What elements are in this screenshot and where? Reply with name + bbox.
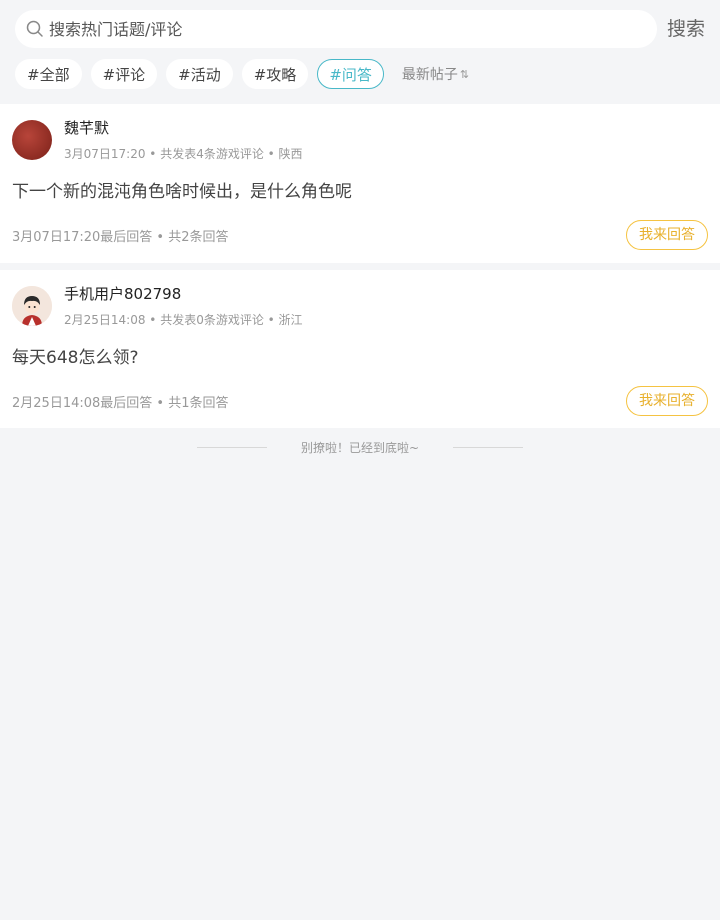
sort-label: 最新帖子 — [401, 67, 458, 83]
tag-qa[interactable]: #问答 — [317, 59, 384, 89]
tag-guides[interactable]: #攻略 — [241, 59, 309, 89]
tag-all[interactable]: #全部 — [15, 59, 82, 89]
cartoon-person-icon — [12, 286, 52, 326]
post-title[interactable]: 下一个新的混沌角色啥时候出，是什么角色呢 — [12, 177, 352, 202]
avatar[interactable] — [12, 120, 52, 160]
answer-button[interactable]: 我来回答 — [626, 220, 708, 250]
post-meta: 2月25日14:08 • 共发表0条游戏评论 • 浙江 — [64, 313, 303, 327]
answer-button[interactable]: 我来回答 — [626, 386, 708, 416]
tag-comments[interactable]: #评论 — [90, 59, 158, 89]
username[interactable]: 手机用户802798 — [64, 283, 181, 304]
end-text: 别撩啦！已经到底啦~ — [300, 441, 420, 455]
search-icon — [26, 20, 43, 37]
avatar[interactable] — [12, 286, 52, 326]
search-bar[interactable] — [15, 10, 657, 48]
post-card[interactable]: 魏芊默 3月07日17:20 • 共发表4条游戏评论 • 陕西 下一个新的混沌角… — [0, 104, 720, 263]
divider — [196, 447, 267, 448]
username[interactable]: 魏芊默 — [64, 117, 109, 138]
end-of-list: 别撩啦！已经到底啦~ — [0, 439, 720, 456]
sort-toggle[interactable]: 最新帖子 ⇅ — [402, 64, 469, 84]
search-input[interactable] — [49, 19, 609, 39]
filter-row: #全部 #评论 #活动 #攻略 #问答 最新帖子 ⇅ — [15, 59, 469, 89]
post-footer: 2月25日14:08最后回答 • 共1条回答 — [12, 396, 229, 411]
post-card[interactable]: 手机用户802798 2月25日14:08 • 共发表0条游戏评论 • 浙江 每… — [0, 270, 720, 428]
search-button[interactable]: 搜索 — [667, 17, 705, 41]
post-title[interactable]: 每天648怎么领? — [12, 343, 138, 368]
tag-events[interactable]: #活动 — [166, 59, 233, 89]
sort-arrows-icon: ⇅ — [459, 67, 470, 81]
post-footer: 3月07日17:20最后回答 • 共2条回答 — [12, 230, 229, 245]
post-meta: 3月07日17:20 • 共发表4条游戏评论 • 陕西 — [64, 147, 303, 161]
divider — [453, 447, 524, 448]
